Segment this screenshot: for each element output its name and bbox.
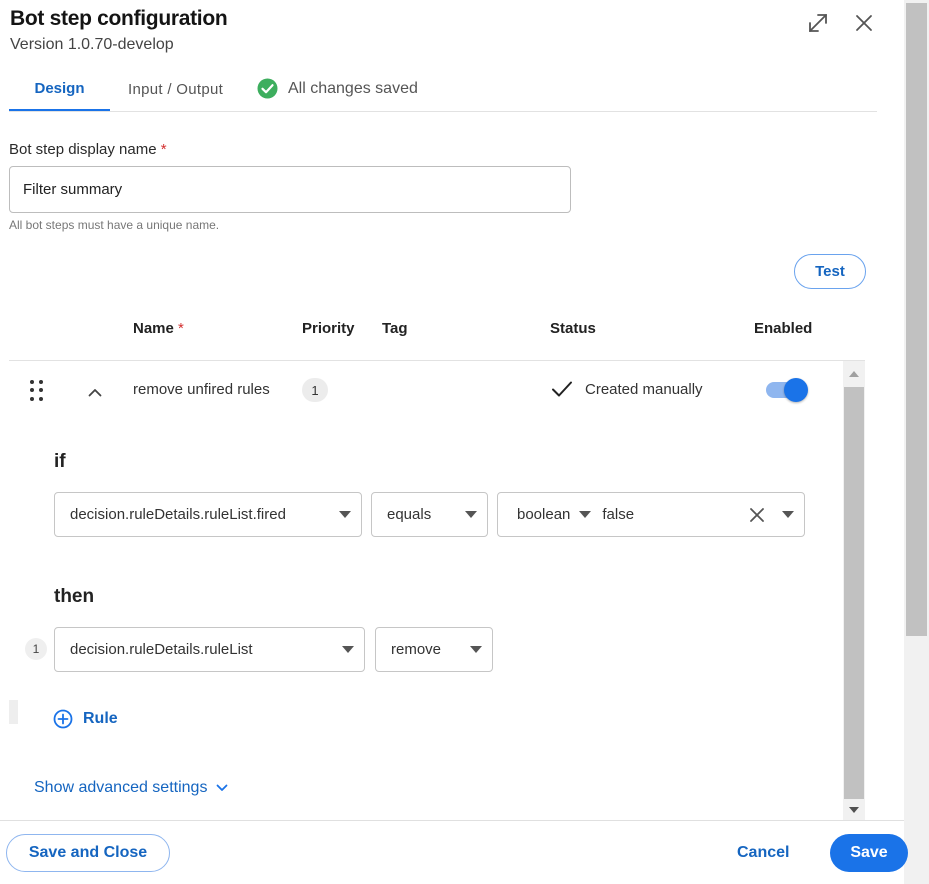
rules-scrollbar[interactable] bbox=[843, 361, 865, 821]
value-type[interactable]: boolean bbox=[517, 506, 570, 523]
version-label: Version 1.0.70-develop bbox=[10, 36, 174, 53]
test-button[interactable]: Test bbox=[794, 254, 866, 289]
caret-down-icon[interactable] bbox=[772, 511, 804, 518]
caret-down-icon bbox=[455, 511, 487, 518]
required-mark: * bbox=[160, 141, 167, 158]
column-tag: Tag bbox=[382, 320, 408, 337]
action-field-select[interactable]: decision.ruleDetails.ruleList bbox=[54, 627, 365, 672]
caret-down-icon bbox=[332, 646, 364, 653]
condition-operator-select[interactable]: equals bbox=[371, 492, 488, 537]
display-name-helper: All bot steps must have a unique name. bbox=[9, 218, 220, 232]
scroll-up-arrow-icon[interactable] bbox=[843, 365, 865, 383]
value-text: false bbox=[602, 506, 635, 523]
page-scrollbar[interactable] bbox=[904, 0, 929, 884]
scroll-down-arrow-icon[interactable] bbox=[843, 801, 865, 819]
condition-value-select[interactable]: boolean false bbox=[497, 492, 805, 537]
chevron-up-icon[interactable] bbox=[84, 381, 106, 403]
check-circle-icon bbox=[257, 78, 278, 99]
drag-handle-icon[interactable] bbox=[30, 380, 44, 402]
plus-circle-icon bbox=[53, 709, 73, 729]
caret-down-icon[interactable] bbox=[570, 511, 600, 518]
action-step-number: 1 bbox=[25, 638, 47, 660]
rule-status: Created manually bbox=[551, 380, 703, 398]
tab-input-output[interactable]: Input / Output bbox=[128, 81, 223, 98]
tab-design[interactable]: Design bbox=[9, 79, 110, 112]
caret-down-icon bbox=[460, 646, 492, 653]
column-name: Name * bbox=[133, 320, 184, 337]
enabled-toggle[interactable] bbox=[766, 378, 808, 402]
clear-icon[interactable] bbox=[742, 507, 772, 523]
tabs-divider bbox=[9, 111, 877, 112]
show-advanced-settings-link[interactable]: Show advanced settings bbox=[34, 779, 228, 797]
chevron-down-icon bbox=[217, 784, 228, 791]
close-icon[interactable] bbox=[849, 8, 879, 38]
if-label: if bbox=[54, 451, 66, 472]
table-divider bbox=[9, 360, 865, 361]
display-name-label: Bot step display name * bbox=[9, 141, 167, 158]
action-operation-select[interactable]: remove bbox=[375, 627, 493, 672]
priority-badge: 1 bbox=[302, 378, 328, 402]
then-label: then bbox=[54, 586, 95, 607]
column-enabled: Enabled bbox=[754, 320, 813, 337]
add-rule-button[interactable]: Rule bbox=[53, 709, 118, 729]
scrollbar-thumb[interactable] bbox=[906, 3, 927, 636]
save-status-text: All changes saved bbox=[288, 79, 418, 97]
column-priority: Priority bbox=[302, 320, 355, 337]
column-status: Status bbox=[550, 320, 596, 337]
scrollbar-thumb[interactable] bbox=[844, 387, 864, 799]
condition-field-select[interactable]: decision.ruleDetails.ruleList.fired bbox=[54, 492, 362, 537]
save-button[interactable]: Save bbox=[830, 834, 908, 872]
footer-divider bbox=[0, 820, 904, 821]
save-and-close-button[interactable]: Save and Close bbox=[6, 834, 170, 872]
expand-icon[interactable] bbox=[803, 8, 833, 38]
indent-bar bbox=[9, 700, 18, 724]
checkmark-icon bbox=[552, 381, 572, 397]
rule-name[interactable]: remove unfired rules bbox=[133, 381, 270, 398]
cancel-button[interactable]: Cancel bbox=[737, 844, 789, 862]
page-title: Bot step configuration bbox=[10, 7, 228, 30]
save-status: All changes saved bbox=[257, 78, 418, 99]
status-text: Created manually bbox=[585, 380, 703, 398]
display-name-input[interactable] bbox=[9, 166, 571, 213]
caret-down-icon bbox=[329, 511, 361, 518]
